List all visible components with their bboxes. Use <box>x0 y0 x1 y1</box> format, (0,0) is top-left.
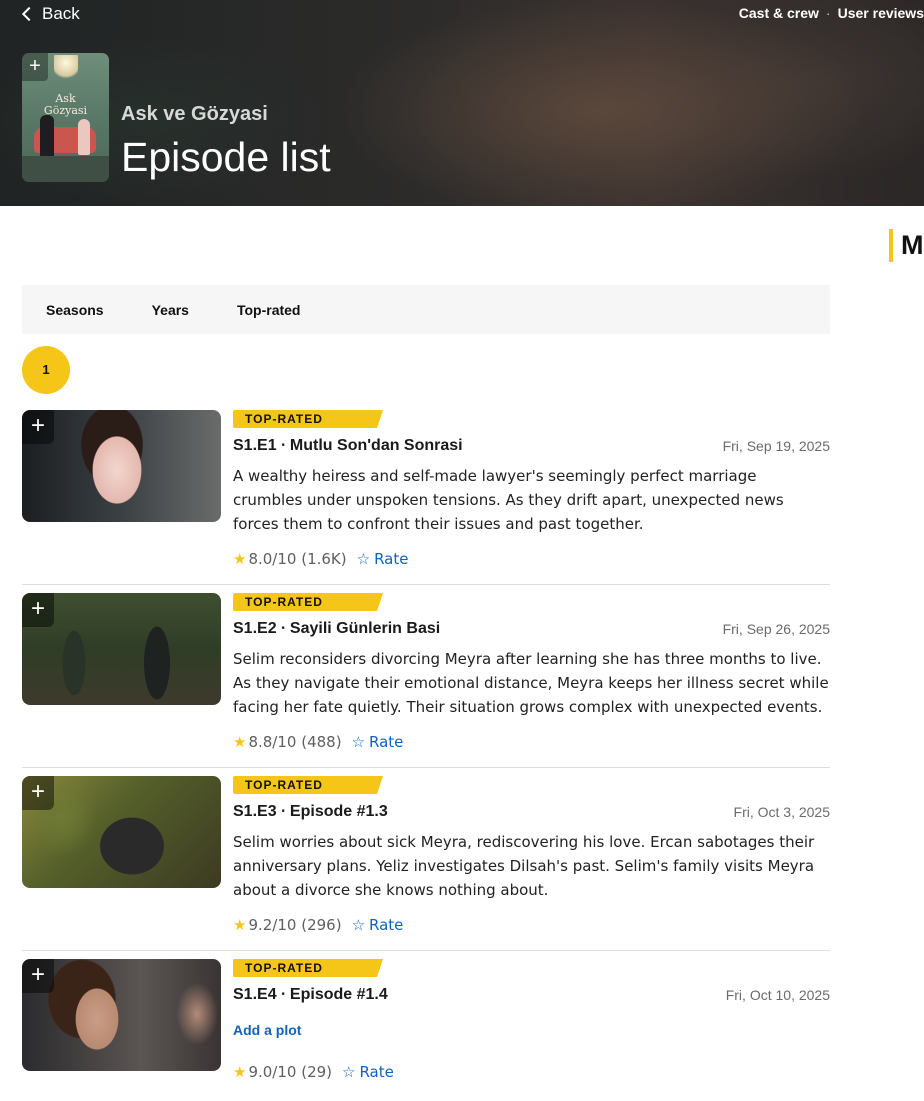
side-section-heading: More <box>889 229 924 262</box>
rating-value: 8.8/10 (488) <box>248 733 342 751</box>
star-icon: ★ <box>233 916 247 934</box>
episode-thumbnail[interactable]: + <box>22 410 221 522</box>
top-rated-badge: TOP-RATED <box>233 410 383 428</box>
show-poster[interactable]: Ask Gözyasi + <box>22 53 109 182</box>
rating-row: ★ 8.0/10 (1.6K) ☆ Rate <box>233 550 408 568</box>
poster-floor <box>22 156 109 182</box>
rate-button[interactable]: ☆ Rate <box>357 550 409 568</box>
add-watchlist-icon[interactable]: + <box>22 776 54 810</box>
rating-value: 8.0/10 (1.6K) <box>248 550 347 568</box>
tab-years[interactable]: Years <box>152 302 189 318</box>
star-outline-icon: ☆ <box>342 1063 356 1081</box>
poster-chandelier <box>54 55 78 81</box>
rating-value: 9.2/10 (296) <box>248 916 342 934</box>
rate-button[interactable]: ☆ Rate <box>352 733 404 751</box>
rating-value: 9.0/10 (29) <box>248 1063 333 1081</box>
filter-tabs: Seasons Years Top-rated <box>22 285 830 334</box>
tab-seasons[interactable]: Seasons <box>46 302 104 318</box>
episode-title[interactable]: S1.E2 ∙ Sayili Günlerin Basi <box>233 620 440 638</box>
episode-title[interactable]: S1.E1 ∙ Mutlu Son'dan Sonrasi <box>233 437 463 455</box>
episode-plot: Selim reconsiders divorcing Meyra after … <box>233 650 829 716</box>
top-rated-badge: TOP-RATED <box>233 776 383 794</box>
cast-crew-link[interactable]: Cast & crew <box>739 5 819 21</box>
add-plot-link[interactable]: Add a plot <box>233 1022 301 1038</box>
rate-label: Rate <box>374 550 409 568</box>
episode-date: Fri, Sep 19, 2025 <box>722 438 830 454</box>
episode-thumbnail[interactable]: + <box>22 776 221 888</box>
poster-title: Ask Gözyasi <box>22 93 109 117</box>
season-chip-1[interactable]: 1 <box>22 346 70 394</box>
episode-item: + TOP-RATED S1.E3 ∙ Episode #1.3 Fri, Oc… <box>22 776 830 951</box>
user-reviews-link[interactable]: User reviews <box>838 5 924 21</box>
star-icon: ★ <box>233 550 247 568</box>
back-label: Back <box>42 4 80 23</box>
episode-date: Fri, Oct 10, 2025 <box>725 987 830 1003</box>
add-watchlist-icon[interactable]: + <box>22 593 54 627</box>
hero-header: Back Cast & crew · User reviews Ask Gözy… <box>0 0 924 206</box>
top-rated-badge: TOP-RATED <box>233 593 383 611</box>
poster-title-line2: Gözyasi <box>43 104 88 117</box>
episode-title[interactable]: S1.E3 ∙ Episode #1.3 <box>233 803 388 821</box>
back-button[interactable]: Back <box>20 3 80 25</box>
episode-item: + TOP-RATED S1.E4 ∙ Episode #1.4 Fri, Oc… <box>22 959 830 1099</box>
rating-row: ★ 9.0/10 (29) ☆ Rate <box>233 1063 394 1081</box>
rate-button[interactable]: ☆ Rate <box>352 916 404 934</box>
rate-label: Rate <box>369 733 404 751</box>
episode-item: + TOP-RATED S1.E1 ∙ Mutlu Son'dan Sonras… <box>22 410 830 585</box>
page-title: Episode list <box>121 134 331 180</box>
star-outline-icon: ☆ <box>351 733 366 751</box>
top-rated-badge: TOP-RATED <box>233 959 383 977</box>
episode-title[interactable]: S1.E4 ∙ Episode #1.4 <box>233 986 388 1004</box>
rating-row: ★ 9.2/10 (296) ☆ Rate <box>233 916 403 934</box>
episode-thumbnail[interactable]: + <box>22 959 221 1071</box>
link-separator: · <box>825 5 831 21</box>
show-title[interactable]: Ask ve Gözyasi <box>121 103 268 126</box>
top-links: Cast & crew · User reviews <box>739 5 924 21</box>
rating-row: ★ 8.8/10 (488) ☆ Rate <box>233 733 403 751</box>
episode-plot: A wealthy heiress and self-made lawyer's… <box>233 467 784 533</box>
star-icon: ★ <box>233 733 247 751</box>
episode-plot: Selim worries about sick Meyra, rediscov… <box>233 833 815 899</box>
star-icon: ★ <box>233 1063 247 1081</box>
star-outline-icon: ☆ <box>351 916 366 934</box>
star-outline-icon: ☆ <box>356 550 371 568</box>
tab-top-rated[interactable]: Top-rated <box>237 302 301 318</box>
add-watchlist-icon[interactable]: + <box>22 959 54 993</box>
episode-date: Fri, Oct 3, 2025 <box>733 804 830 820</box>
chevron-left-icon <box>21 6 37 22</box>
rate-label: Rate <box>369 916 404 934</box>
rate-label: Rate <box>359 1063 394 1081</box>
episode-thumbnail[interactable]: + <box>22 593 221 705</box>
rate-button[interactable]: ☆ Rate <box>342 1063 394 1081</box>
poster-figure-woman <box>78 119 90 155</box>
add-watchlist-icon[interactable]: + <box>22 410 54 444</box>
episode-date: Fri, Sep 26, 2025 <box>722 621 830 637</box>
episode-item: + TOP-RATED S1.E2 ∙ Sayili Günlerin Basi… <box>22 593 830 768</box>
add-watchlist-icon[interactable]: + <box>22 53 48 81</box>
